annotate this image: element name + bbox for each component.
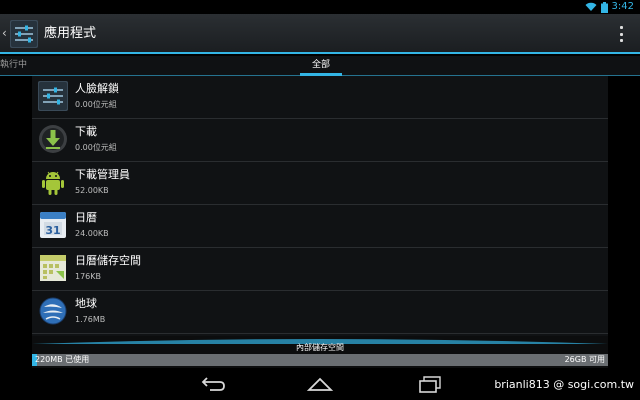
app-size: 176KB [75, 272, 102, 281]
list-item-calendar[interactable]: 31 日曆 24.00KB [32, 205, 608, 248]
calendar-storage-icon [40, 255, 66, 281]
app-size: 24.00KB [75, 229, 109, 238]
app-size: 1.76MB [75, 315, 106, 324]
recent-apps-icon[interactable] [416, 374, 444, 394]
up-caret-icon[interactable]: ‹ [2, 26, 7, 40]
tab-strip: 執行中 全部 [0, 56, 640, 76]
app-name: 日曆 [75, 211, 97, 224]
app-size: 52.00KB [75, 186, 109, 195]
globe-icon [39, 297, 67, 325]
back-icon[interactable] [198, 374, 226, 394]
wifi-icon [585, 2, 597, 11]
app-list[interactable]: 人臉解鎖 0.00位元組 下載 0.00位元組 下載管理員 52.00KB 31… [32, 76, 608, 336]
app-name: 下載 [75, 125, 97, 138]
settings-sliders-icon [38, 81, 68, 111]
watermark: brianli813 @ sogi.com.tw [494, 378, 634, 391]
list-item-download-manager[interactable]: 下載管理員 52.00KB [32, 162, 608, 205]
list-item-calendar-storage[interactable]: 日曆儲存空間 176KB [32, 248, 608, 291]
app-name: 地球 [75, 297, 97, 310]
calendar-icon: 31 [40, 212, 66, 238]
navigation-bar: brianli813 @ sogi.com.tw [0, 368, 640, 400]
battery-icon [600, 1, 608, 13]
app-name: 日曆儲存空間 [75, 254, 141, 267]
app-name: 人臉解鎖 [75, 82, 119, 95]
clock: 3:42 [611, 1, 634, 12]
home-icon[interactable] [306, 374, 334, 394]
page-title: 應用程式 [44, 26, 97, 41]
settings-sliders-icon[interactable] [10, 20, 38, 48]
status-icons: 3:42 [585, 0, 634, 14]
svg-text:31: 31 [45, 224, 60, 237]
tab-running[interactable]: 執行中 [0, 59, 27, 71]
app-name: 下載管理員 [75, 168, 130, 181]
storage-free-label: 26GB 可用 [564, 355, 605, 364]
storage-used-label: 220MB 已使用 [35, 355, 90, 364]
list-item-download[interactable]: 下載 0.00位元組 [32, 119, 608, 162]
app-size: 0.00位元組 [75, 143, 117, 152]
storage-panel: 內部儲存空間 220MB 已使用 26GB 可用 [32, 336, 608, 368]
storage-title: 內部儲存空間 [296, 343, 344, 352]
download-icon [39, 125, 67, 153]
action-bar: ‹ 應用程式 [0, 14, 640, 54]
storage-bar [32, 354, 608, 366]
app-size: 0.00位元組 [75, 100, 117, 109]
list-item-earth[interactable]: 地球 1.76MB [32, 291, 608, 334]
android-robot-icon [42, 171, 64, 195]
tab-all[interactable]: 全部 [300, 56, 342, 76]
status-bar: 3:42 [0, 0, 640, 14]
overflow-menu-icon[interactable] [620, 26, 624, 42]
list-item-face-unlock[interactable]: 人臉解鎖 0.00位元組 [32, 76, 608, 119]
